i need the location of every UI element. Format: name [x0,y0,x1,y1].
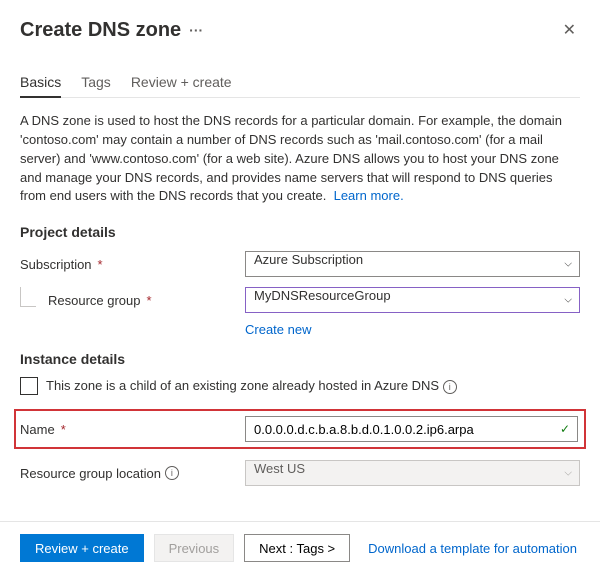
description: A DNS zone is used to host the DNS recor… [20,112,580,206]
name-highlight: Name * ✓ [14,409,586,449]
more-icon[interactable]: ··· [189,22,203,38]
subscription-select[interactable]: Azure Subscription [245,251,580,277]
name-input[interactable] [245,416,578,442]
location-label: Resource group location [20,466,161,481]
download-template-link[interactable]: Download a template for automation [368,541,577,556]
required-icon: * [98,257,103,272]
child-zone-label: This zone is a child of an existing zone… [46,378,439,393]
info-icon[interactable]: i [165,466,179,480]
tab-review[interactable]: Review + create [131,68,232,97]
close-icon[interactable]: ✕ [559,16,580,44]
page-title: Create DNS zone [20,19,181,42]
info-icon[interactable]: i [443,380,457,394]
resource-group-label: Resource group [48,293,141,308]
project-details-heading: Project details [20,224,580,240]
subscription-label: Subscription [20,257,92,272]
tab-bar: Basics Tags Review + create [20,68,580,98]
next-button[interactable]: Next : Tags > [244,534,350,562]
tab-basics[interactable]: Basics [20,68,61,98]
create-new-link[interactable]: Create new [245,322,580,337]
child-zone-checkbox[interactable] [20,377,38,395]
required-icon: * [147,293,152,308]
instance-details-heading: Instance details [20,351,580,367]
tab-tags[interactable]: Tags [81,68,111,97]
previous-button: Previous [154,534,235,562]
required-icon: * [61,422,66,437]
learn-more-link[interactable]: Learn more. [334,188,404,203]
check-icon: ✓ [560,422,570,436]
review-create-button[interactable]: Review + create [20,534,144,562]
name-label: Name [20,422,55,437]
location-select: West US [245,460,580,486]
indent-line [20,287,36,307]
resource-group-select[interactable]: MyDNSResourceGroup [245,287,580,313]
